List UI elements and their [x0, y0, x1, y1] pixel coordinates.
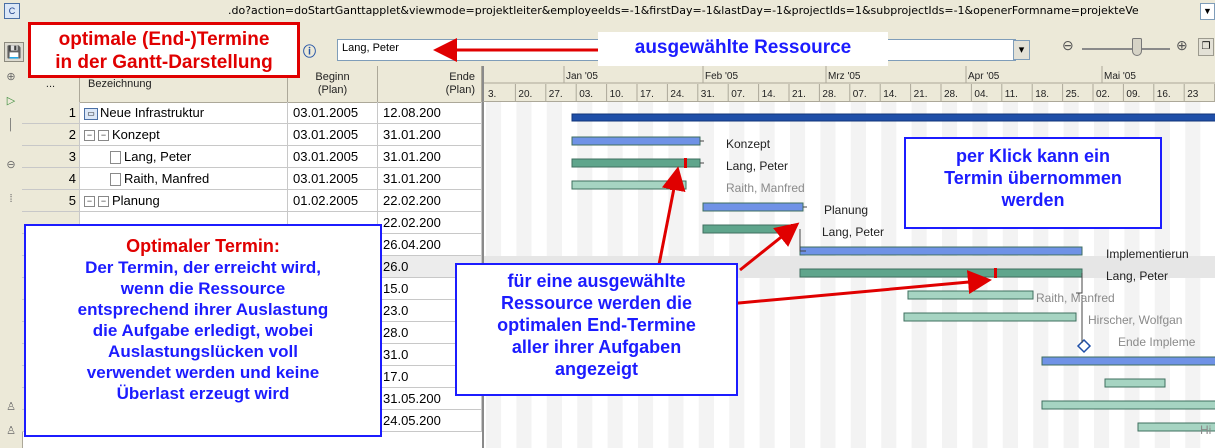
title-line-1: optimale (End-)Termine	[58, 29, 270, 50]
callout-line: die Aufgabe erledigt, wobei	[92, 321, 314, 340]
callout-line: für eine ausgewählte	[507, 271, 686, 291]
callout-line: wenn die Ressource	[120, 279, 286, 298]
arrow-to-marker-3	[727, 270, 992, 306]
resource-callout: ausgewählte Ressource	[598, 32, 888, 66]
callout-line: optimalen End-Termine	[497, 315, 696, 335]
callout-line: verwendet werden und keine	[86, 363, 320, 382]
callout-line: werden	[1001, 190, 1065, 210]
callout-line: Termin übernommen	[944, 168, 1122, 188]
optimal-date-title: Optimaler Termin:	[126, 236, 280, 256]
callout-line: Ressource werden die	[500, 293, 693, 313]
resource-tasks-callout: für eine ausgewählte Ressource werden di…	[455, 263, 738, 396]
callout-line: Überlast erzeugt wird	[116, 384, 290, 403]
callout-line: per Klick kann ein	[955, 146, 1111, 166]
callout-line: aller ihrer Aufgaben	[511, 337, 682, 357]
optimal-date-callout: Optimaler Termin: Der Termin, der erreic…	[24, 224, 382, 437]
callout-line: Der Termin, der erreicht wird,	[85, 258, 321, 277]
click-hint-callout: per Klick kann ein Termin übernommen wer…	[904, 137, 1162, 229]
title-callout: optimale (End-)Termine in der Gantt-Dars…	[28, 22, 300, 78]
callout-line: Auslastungslücken voll	[108, 342, 298, 361]
title-line-2: in der Gantt-Darstellung	[55, 52, 273, 73]
callout-line: entsprechend ihrer Auslastung	[77, 300, 329, 319]
arrow-to-marker-2	[739, 222, 800, 272]
callout-line: angezeigt	[554, 359, 638, 379]
